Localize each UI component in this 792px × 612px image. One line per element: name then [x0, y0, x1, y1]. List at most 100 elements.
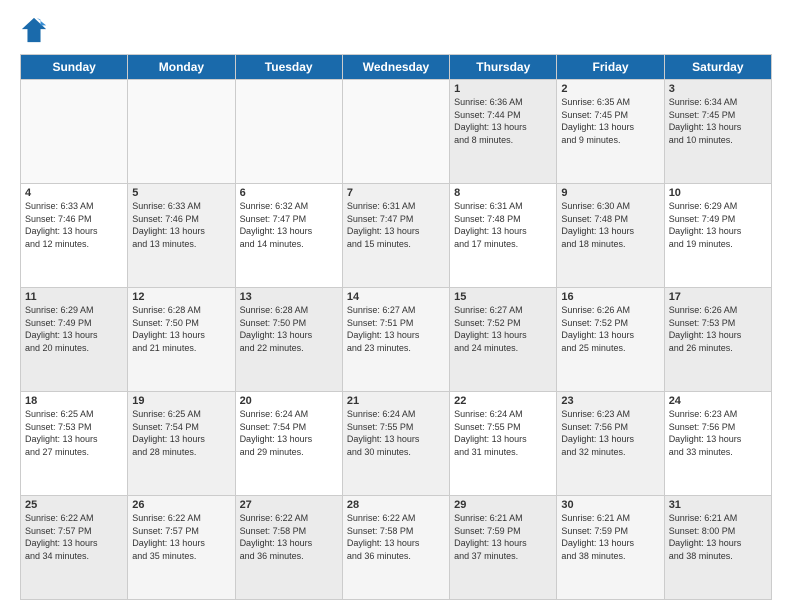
calendar-cell: 7Sunrise: 6:31 AM Sunset: 7:47 PM Daylig…: [342, 184, 449, 288]
calendar-cell: 8Sunrise: 6:31 AM Sunset: 7:48 PM Daylig…: [450, 184, 557, 288]
day-number: 10: [669, 187, 767, 199]
day-info: Sunrise: 6:31 AM Sunset: 7:48 PM Dayligh…: [454, 200, 552, 250]
calendar-cell: [235, 80, 342, 184]
calendar-cell: 18Sunrise: 6:25 AM Sunset: 7:53 PM Dayli…: [21, 392, 128, 496]
day-info: Sunrise: 6:26 AM Sunset: 7:52 PM Dayligh…: [561, 304, 659, 354]
day-number: 19: [132, 395, 230, 407]
day-number: 29: [454, 499, 552, 511]
day-number: 27: [240, 499, 338, 511]
weekday-row: SundayMondayTuesdayWednesdayThursdayFrid…: [21, 55, 772, 80]
day-number: 30: [561, 499, 659, 511]
day-info: Sunrise: 6:28 AM Sunset: 7:50 PM Dayligh…: [132, 304, 230, 354]
day-info: Sunrise: 6:23 AM Sunset: 7:56 PM Dayligh…: [669, 408, 767, 458]
calendar-week-row: 1Sunrise: 6:36 AM Sunset: 7:44 PM Daylig…: [21, 80, 772, 184]
calendar-cell: 27Sunrise: 6:22 AM Sunset: 7:58 PM Dayli…: [235, 496, 342, 600]
day-info: Sunrise: 6:29 AM Sunset: 7:49 PM Dayligh…: [25, 304, 123, 354]
day-number: 1: [454, 83, 552, 95]
calendar-header: SundayMondayTuesdayWednesdayThursdayFrid…: [21, 55, 772, 80]
calendar-cell: [342, 80, 449, 184]
calendar-week-row: 25Sunrise: 6:22 AM Sunset: 7:57 PM Dayli…: [21, 496, 772, 600]
calendar-cell: 6Sunrise: 6:32 AM Sunset: 7:47 PM Daylig…: [235, 184, 342, 288]
day-number: 9: [561, 187, 659, 199]
day-number: 7: [347, 187, 445, 199]
weekday-header-sunday: Sunday: [21, 55, 128, 80]
day-info: Sunrise: 6:25 AM Sunset: 7:53 PM Dayligh…: [25, 408, 123, 458]
day-info: Sunrise: 6:22 AM Sunset: 7:58 PM Dayligh…: [240, 512, 338, 562]
calendar-cell: 25Sunrise: 6:22 AM Sunset: 7:57 PM Dayli…: [21, 496, 128, 600]
day-info: Sunrise: 6:22 AM Sunset: 7:57 PM Dayligh…: [25, 512, 123, 562]
calendar-cell: 11Sunrise: 6:29 AM Sunset: 7:49 PM Dayli…: [21, 288, 128, 392]
day-number: 17: [669, 291, 767, 303]
day-info: Sunrise: 6:27 AM Sunset: 7:52 PM Dayligh…: [454, 304, 552, 354]
day-info: Sunrise: 6:21 AM Sunset: 7:59 PM Dayligh…: [454, 512, 552, 562]
day-info: Sunrise: 6:23 AM Sunset: 7:56 PM Dayligh…: [561, 408, 659, 458]
day-info: Sunrise: 6:33 AM Sunset: 7:46 PM Dayligh…: [132, 200, 230, 250]
day-number: 25: [25, 499, 123, 511]
calendar-cell: 21Sunrise: 6:24 AM Sunset: 7:55 PM Dayli…: [342, 392, 449, 496]
weekday-header-tuesday: Tuesday: [235, 55, 342, 80]
day-number: 15: [454, 291, 552, 303]
calendar-cell: 5Sunrise: 6:33 AM Sunset: 7:46 PM Daylig…: [128, 184, 235, 288]
day-info: Sunrise: 6:34 AM Sunset: 7:45 PM Dayligh…: [669, 96, 767, 146]
calendar-cell: 20Sunrise: 6:24 AM Sunset: 7:54 PM Dayli…: [235, 392, 342, 496]
calendar-cell: 9Sunrise: 6:30 AM Sunset: 7:48 PM Daylig…: [557, 184, 664, 288]
calendar-cell: [128, 80, 235, 184]
day-number: 13: [240, 291, 338, 303]
calendar-cell: 16Sunrise: 6:26 AM Sunset: 7:52 PM Dayli…: [557, 288, 664, 392]
day-number: 6: [240, 187, 338, 199]
day-number: 8: [454, 187, 552, 199]
day-info: Sunrise: 6:22 AM Sunset: 7:57 PM Dayligh…: [132, 512, 230, 562]
day-info: Sunrise: 6:32 AM Sunset: 7:47 PM Dayligh…: [240, 200, 338, 250]
day-info: Sunrise: 6:28 AM Sunset: 7:50 PM Dayligh…: [240, 304, 338, 354]
calendar-cell: [21, 80, 128, 184]
day-info: Sunrise: 6:24 AM Sunset: 7:55 PM Dayligh…: [454, 408, 552, 458]
day-info: Sunrise: 6:29 AM Sunset: 7:49 PM Dayligh…: [669, 200, 767, 250]
calendar-cell: 30Sunrise: 6:21 AM Sunset: 7:59 PM Dayli…: [557, 496, 664, 600]
day-number: 16: [561, 291, 659, 303]
day-info: Sunrise: 6:24 AM Sunset: 7:54 PM Dayligh…: [240, 408, 338, 458]
calendar-cell: 28Sunrise: 6:22 AM Sunset: 7:58 PM Dayli…: [342, 496, 449, 600]
page: SundayMondayTuesdayWednesdayThursdayFrid…: [0, 0, 792, 612]
calendar-week-row: 4Sunrise: 6:33 AM Sunset: 7:46 PM Daylig…: [21, 184, 772, 288]
header: [20, 16, 772, 44]
day-info: Sunrise: 6:24 AM Sunset: 7:55 PM Dayligh…: [347, 408, 445, 458]
day-info: Sunrise: 6:35 AM Sunset: 7:45 PM Dayligh…: [561, 96, 659, 146]
day-number: 20: [240, 395, 338, 407]
calendar-cell: 22Sunrise: 6:24 AM Sunset: 7:55 PM Dayli…: [450, 392, 557, 496]
day-info: Sunrise: 6:33 AM Sunset: 7:46 PM Dayligh…: [25, 200, 123, 250]
day-info: Sunrise: 6:21 AM Sunset: 7:59 PM Dayligh…: [561, 512, 659, 562]
weekday-header-thursday: Thursday: [450, 55, 557, 80]
calendar-cell: 26Sunrise: 6:22 AM Sunset: 7:57 PM Dayli…: [128, 496, 235, 600]
day-number: 14: [347, 291, 445, 303]
calendar-week-row: 18Sunrise: 6:25 AM Sunset: 7:53 PM Dayli…: [21, 392, 772, 496]
weekday-header-saturday: Saturday: [664, 55, 771, 80]
calendar-week-row: 11Sunrise: 6:29 AM Sunset: 7:49 PM Dayli…: [21, 288, 772, 392]
day-info: Sunrise: 6:27 AM Sunset: 7:51 PM Dayligh…: [347, 304, 445, 354]
calendar-cell: 17Sunrise: 6:26 AM Sunset: 7:53 PM Dayli…: [664, 288, 771, 392]
weekday-header-wednesday: Wednesday: [342, 55, 449, 80]
calendar-cell: 29Sunrise: 6:21 AM Sunset: 7:59 PM Dayli…: [450, 496, 557, 600]
day-number: 11: [25, 291, 123, 303]
day-number: 5: [132, 187, 230, 199]
calendar-table: SundayMondayTuesdayWednesdayThursdayFrid…: [20, 54, 772, 600]
calendar-cell: 14Sunrise: 6:27 AM Sunset: 7:51 PM Dayli…: [342, 288, 449, 392]
calendar-cell: 10Sunrise: 6:29 AM Sunset: 7:49 PM Dayli…: [664, 184, 771, 288]
day-info: Sunrise: 6:30 AM Sunset: 7:48 PM Dayligh…: [561, 200, 659, 250]
calendar-cell: 13Sunrise: 6:28 AM Sunset: 7:50 PM Dayli…: [235, 288, 342, 392]
day-number: 23: [561, 395, 659, 407]
day-info: Sunrise: 6:25 AM Sunset: 7:54 PM Dayligh…: [132, 408, 230, 458]
day-number: 2: [561, 83, 659, 95]
day-number: 4: [25, 187, 123, 199]
calendar-cell: 2Sunrise: 6:35 AM Sunset: 7:45 PM Daylig…: [557, 80, 664, 184]
day-number: 28: [347, 499, 445, 511]
calendar-cell: 24Sunrise: 6:23 AM Sunset: 7:56 PM Dayli…: [664, 392, 771, 496]
day-info: Sunrise: 6:31 AM Sunset: 7:47 PM Dayligh…: [347, 200, 445, 250]
calendar-cell: 15Sunrise: 6:27 AM Sunset: 7:52 PM Dayli…: [450, 288, 557, 392]
day-number: 12: [132, 291, 230, 303]
day-info: Sunrise: 6:22 AM Sunset: 7:58 PM Dayligh…: [347, 512, 445, 562]
day-info: Sunrise: 6:26 AM Sunset: 7:53 PM Dayligh…: [669, 304, 767, 354]
calendar-cell: 23Sunrise: 6:23 AM Sunset: 7:56 PM Dayli…: [557, 392, 664, 496]
weekday-header-friday: Friday: [557, 55, 664, 80]
calendar-cell: 4Sunrise: 6:33 AM Sunset: 7:46 PM Daylig…: [21, 184, 128, 288]
day-number: 3: [669, 83, 767, 95]
